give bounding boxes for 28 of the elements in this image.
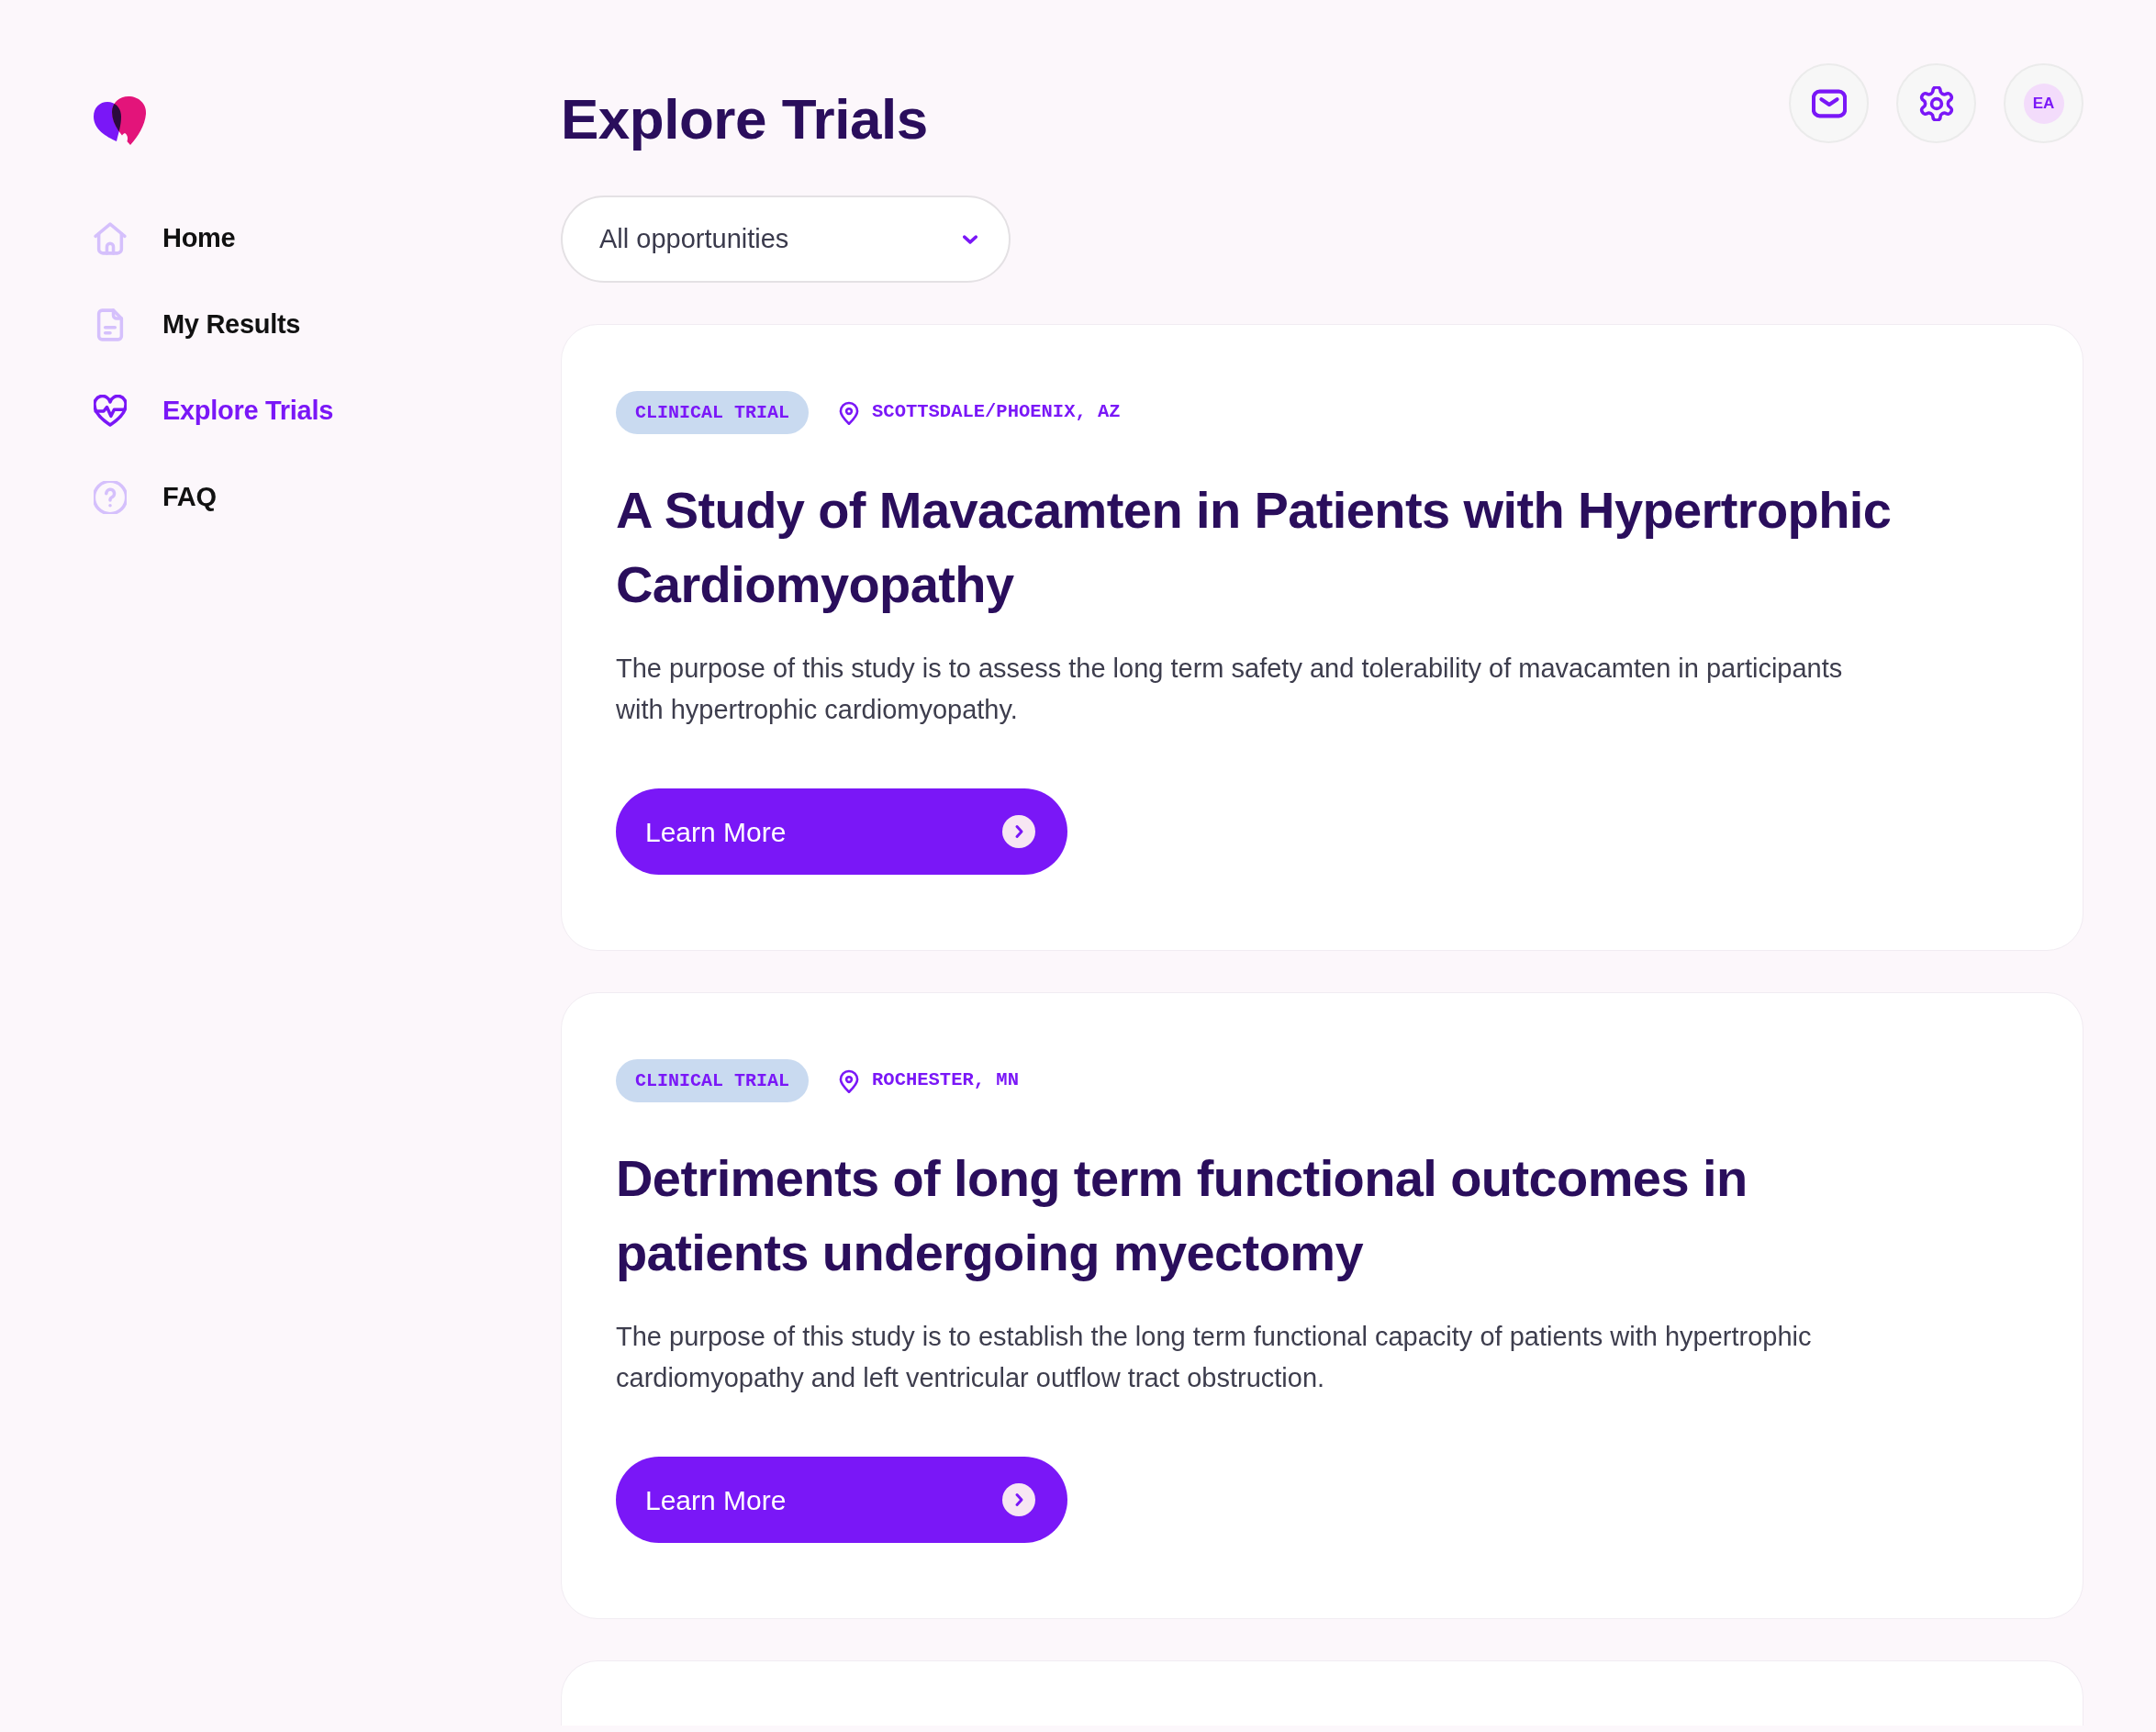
sidebar-item[interactable]: FAQ bbox=[94, 472, 217, 523]
learn-more-button[interactable]: Learn More bbox=[616, 788, 1067, 875]
chevron-down-icon bbox=[963, 234, 977, 244]
chevron-right-icon bbox=[1002, 815, 1035, 848]
trial-title: Detriments of long term functional outcomes in patients undergoing myectomy bbox=[616, 1148, 1748, 1283]
filter-dropdown[interactable]: All opportunities bbox=[561, 196, 1011, 283]
chevron-right-icon bbox=[1002, 1483, 1035, 1516]
learn-more-button[interactable]: Learn More bbox=[616, 1457, 1067, 1543]
trial-description: The purpose of this study is to establish the long term functional capacity of patients with hypertrophic cardiomyopathy and left ventricular outflow tract obstruction. bbox=[616, 1321, 1813, 1394]
location-text: ROCHESTER, MN bbox=[872, 1068, 1019, 1093]
location-pin-icon bbox=[839, 400, 860, 425]
home-icon bbox=[94, 222, 127, 255]
sidebar-item[interactable]: Explore Trials bbox=[94, 386, 333, 437]
location-text: SCOTTSDALE/PHOENIX, AZ bbox=[872, 400, 1121, 425]
category-tag: CLINICAL TRIAL bbox=[616, 391, 810, 434]
profile-button[interactable]: EA bbox=[2004, 63, 2083, 143]
trial-description: The purpose of this study is to assess the long term safety and tolerability of mavacamten in participants with hypertrophic cardiomyopathy. bbox=[616, 653, 1844, 726]
location-pin-icon bbox=[839, 1068, 860, 1093]
mail-icon bbox=[1811, 88, 1847, 118]
avatar: EA bbox=[2023, 83, 2064, 124]
help-icon bbox=[94, 481, 127, 514]
trial-title: A Study of Mavacamten in Patients with Hypertrophic Cardiomyopathy bbox=[616, 480, 1893, 615]
category-tag: CLINICAL TRIAL bbox=[616, 1059, 810, 1102]
sidebar-item[interactable]: Home bbox=[94, 213, 236, 264]
logo-icon bbox=[94, 96, 147, 146]
sidebar-item[interactable]: My Results bbox=[94, 299, 301, 351]
heart-pulse-icon bbox=[94, 395, 127, 428]
gear-icon bbox=[1918, 85, 1954, 121]
